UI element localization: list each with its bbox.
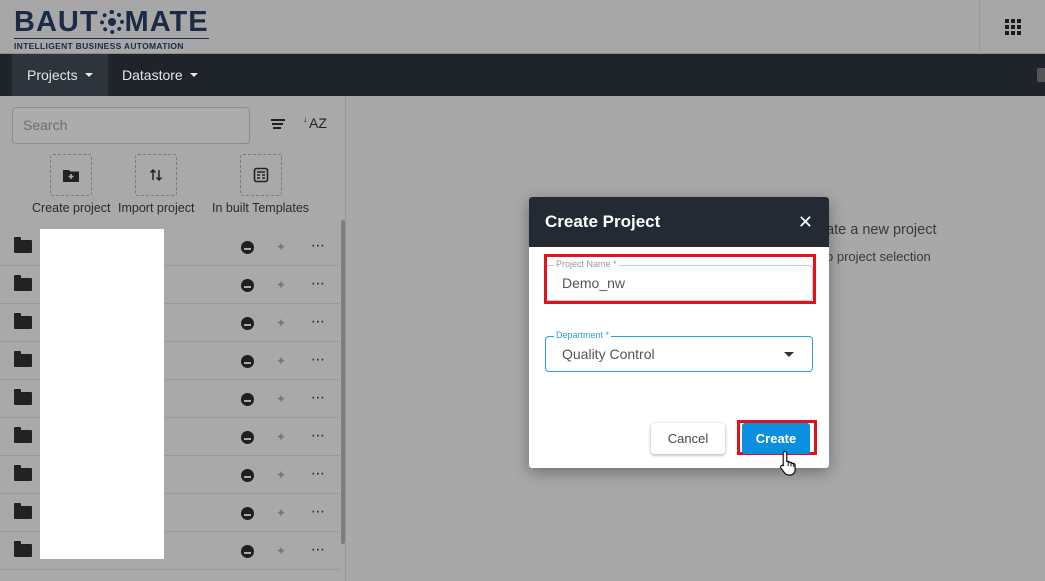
apps-menu-button[interactable] xyxy=(979,0,1045,54)
more-icon[interactable]: ⋯ xyxy=(311,542,325,558)
more-icon[interactable]: ⋯ xyxy=(311,390,325,406)
sort-az-icon[interactable]: AZ xyxy=(303,114,327,131)
download-icon[interactable] xyxy=(241,241,254,254)
folder-icon xyxy=(14,275,32,291)
chevron-down-icon xyxy=(784,352,794,357)
top-header: BAUT MATE INTELLIGENT BUSINESS AUTOMATION xyxy=(0,0,1045,54)
deploy-icon[interactable]: ✦ xyxy=(276,507,288,519)
chevron-down-icon xyxy=(84,73,93,77)
department-label: Department * xyxy=(554,330,612,340)
folder-icon xyxy=(14,503,32,519)
dialog-header: Create Project ✕ xyxy=(529,197,829,247)
more-icon[interactable]: ⋯ xyxy=(311,466,325,482)
main-navbar: Projects Datastore xyxy=(0,54,1045,96)
import-arrows-icon xyxy=(135,154,178,196)
download-icon[interactable] xyxy=(241,545,254,558)
search-input[interactable]: Search xyxy=(12,107,250,144)
download-icon[interactable] xyxy=(241,355,254,368)
chevron-down-icon xyxy=(189,73,198,77)
cancel-button[interactable]: Cancel xyxy=(651,423,725,454)
apps-grid-icon xyxy=(1004,19,1021,35)
chat-icon[interactable] xyxy=(1037,68,1045,82)
close-icon[interactable]: ✕ xyxy=(798,212,813,233)
department-value: Quality Control xyxy=(562,346,655,362)
download-icon[interactable] xyxy=(241,279,254,292)
folder-icon xyxy=(14,237,32,253)
department-select[interactable]: Department * Quality Control xyxy=(545,330,813,372)
more-icon[interactable]: ⋯ xyxy=(311,314,325,330)
create-button[interactable]: Create xyxy=(742,423,810,454)
redacted-project-names xyxy=(40,229,164,559)
download-icon[interactable] xyxy=(241,317,254,330)
deploy-icon[interactable]: ✦ xyxy=(276,317,288,329)
more-icon[interactable]: ⋯ xyxy=(311,238,325,254)
folder-icon xyxy=(14,427,32,443)
download-icon[interactable] xyxy=(241,507,254,520)
empty-state-title: eate a new project xyxy=(818,222,937,238)
folder-icon xyxy=(14,541,32,557)
deploy-icon[interactable]: ✦ xyxy=(276,545,288,557)
import-project-button[interactable]: Import project xyxy=(118,154,194,215)
more-icon[interactable]: ⋯ xyxy=(311,352,325,368)
nav-projects[interactable]: Projects xyxy=(12,54,108,96)
more-icon[interactable]: ⋯ xyxy=(311,428,325,444)
sort-lines-icon[interactable] xyxy=(271,119,285,131)
create-project-button[interactable]: Create project xyxy=(32,154,111,215)
deploy-icon[interactable]: ✦ xyxy=(276,431,288,443)
logo-wordmark: BAUT MATE xyxy=(14,6,209,38)
download-icon[interactable] xyxy=(241,469,254,482)
deploy-icon[interactable]: ✦ xyxy=(276,241,288,253)
gear-icon xyxy=(99,10,124,34)
deploy-icon[interactable]: ✦ xyxy=(276,393,288,405)
deploy-icon[interactable]: ✦ xyxy=(276,279,288,291)
folder-icon xyxy=(14,313,32,329)
deploy-icon[interactable]: ✦ xyxy=(276,469,288,481)
nav-datastore[interactable]: Datastore xyxy=(108,54,208,96)
folder-icon xyxy=(14,389,32,405)
project-actions: Create project Import project In built T… xyxy=(0,154,346,220)
hand-cursor-icon xyxy=(780,450,798,480)
download-icon[interactable] xyxy=(241,393,254,406)
template-icon xyxy=(239,154,282,196)
more-icon[interactable]: ⋯ xyxy=(311,276,325,292)
create-project-dialog: Create Project ✕ Project Name * Demo_nw … xyxy=(529,197,829,468)
folder-plus-icon xyxy=(50,154,93,196)
dialog-title: Create Project xyxy=(545,212,661,231)
logo-tagline: INTELLIGENT BUSINESS AUTOMATION xyxy=(14,38,209,51)
sidebar-scrollbar[interactable] xyxy=(341,220,345,544)
templates-button[interactable]: In built Templates xyxy=(212,154,309,215)
empty-state-subtitle: o project selection xyxy=(826,249,931,264)
bautomate-logo[interactable]: BAUT MATE INTELLIGENT BUSINESS AUTOMATION xyxy=(14,7,209,51)
folder-icon xyxy=(14,351,32,367)
folder-icon xyxy=(14,465,32,481)
deploy-icon[interactable]: ✦ xyxy=(276,355,288,367)
highlight-box xyxy=(544,254,816,304)
more-icon[interactable]: ⋯ xyxy=(311,504,325,520)
download-icon[interactable] xyxy=(241,431,254,444)
